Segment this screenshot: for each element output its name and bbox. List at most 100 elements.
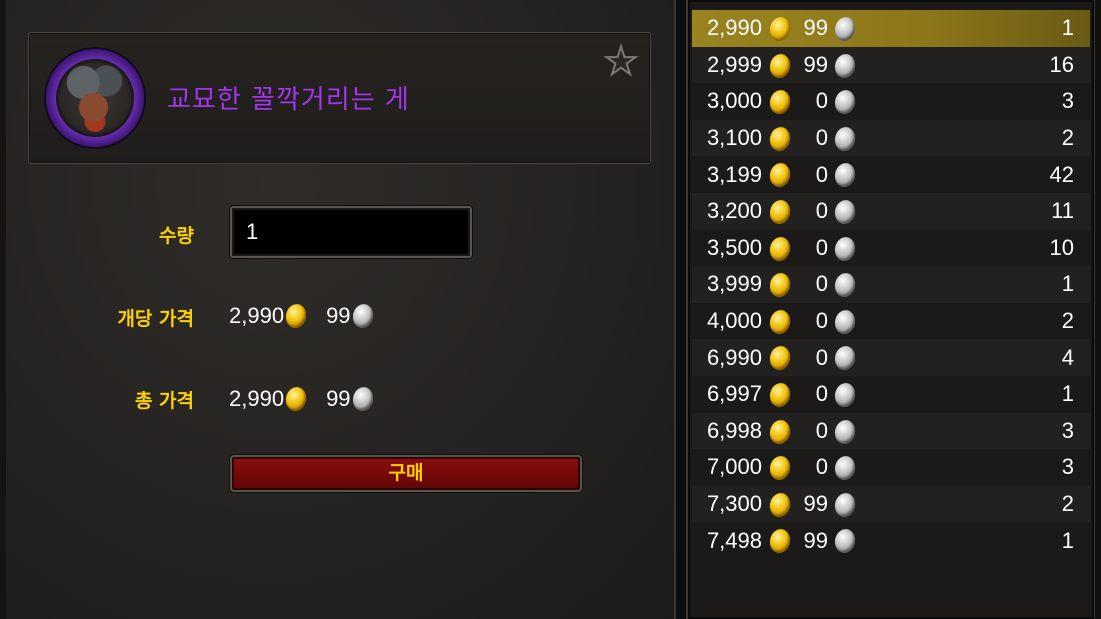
listing-quantity: 1 <box>1061 15 1074 41</box>
listing-quantity: 2 <box>1061 125 1074 151</box>
listing-row[interactable]: 7,000 0 3 <box>692 449 1090 486</box>
silver-coin-icon <box>832 271 858 299</box>
listing-row[interactable]: 7,300 99 2 <box>692 485 1090 523</box>
listing-row[interactable]: 2,999 99 16 <box>692 46 1090 84</box>
item-name[interactable]: 교묘한 꼴깍거리는 게 <box>167 79 410 116</box>
gold-coin-icon <box>767 490 793 519</box>
gold-coin-icon <box>767 124 793 153</box>
unit-price-silver: 99 <box>326 303 351 328</box>
listing-quantity: 1 <box>1061 271 1074 297</box>
unit-price-gold: 2,990 <box>229 303 285 328</box>
listing-quantity: 2 <box>1061 308 1074 334</box>
quantity-field[interactable] <box>230 206 472 258</box>
listing-row[interactable]: 2,990 99 1 <box>692 10 1090 47</box>
total-price-gold: 2,990 <box>229 386 285 411</box>
listing-quantity: 1 <box>1061 381 1074 407</box>
gold-coin-icon <box>767 198 793 226</box>
unit-price: 2,990 99 <box>229 302 375 330</box>
listing-quantity: 3 <box>1061 454 1074 480</box>
total-price-silver: 99 <box>326 386 351 411</box>
item-portrait[interactable] <box>46 49 144 147</box>
listing-row[interactable]: 3,500 0 10 <box>692 230 1090 267</box>
listing-quantity: 1 <box>1061 527 1074 553</box>
gold-coin-icon <box>767 88 793 117</box>
gold-coin-icon <box>767 161 793 190</box>
listing-quantity: 3 <box>1061 88 1074 114</box>
listing-row[interactable]: 4,000 0 2 <box>692 303 1090 340</box>
listing-row[interactable]: 7,498 99 1 <box>692 522 1090 559</box>
silver-coin-icon <box>832 124 858 153</box>
listing-row[interactable]: 3,999 0 1 <box>692 266 1090 303</box>
gold-coin-icon <box>767 417 793 446</box>
listing-gold: 7,300 <box>706 491 762 517</box>
listing-row[interactable]: 3,000 0 3 <box>692 83 1090 120</box>
silver-coin-icon <box>832 307 858 336</box>
favorite-star-icon[interactable]: ★ <box>601 40 641 82</box>
total-price: 2,990 99 <box>229 385 375 413</box>
silver-coin-icon <box>832 234 858 263</box>
silver-coin-icon <box>832 344 858 373</box>
listings-panel: 2,990 99 1 2,999 99 16 3,000 0 3 3,100 0 2 3,199 0 42 3… <box>686 0 1094 619</box>
listing-row[interactable]: 3,199 0 42 <box>692 156 1090 193</box>
gold-coin-icon <box>767 527 793 556</box>
listing-silver: 99 <box>803 491 828 517</box>
silver-coin-icon <box>832 88 858 117</box>
listing-silver: 0 <box>815 161 828 187</box>
listing-gold: 3,100 <box>706 125 762 151</box>
listing-gold: 3,000 <box>706 88 762 114</box>
listing-row[interactable]: 3,200 0 11 <box>692 192 1090 230</box>
silver-coin-icon <box>350 302 375 330</box>
listing-gold: 3,500 <box>706 234 762 260</box>
buy-button[interactable]: 구매 <box>230 455 582 492</box>
listing-silver: 0 <box>815 271 828 297</box>
listing-gold: 3,199 <box>706 161 762 187</box>
listing-silver: 99 <box>803 15 828 41</box>
listing-silver: 0 <box>815 308 828 334</box>
listing-gold: 7,498 <box>706 527 762 553</box>
silver-coin-icon <box>350 385 375 413</box>
listing-quantity: 4 <box>1061 344 1074 370</box>
listing-silver: 0 <box>815 344 828 370</box>
listing-quantity: 42 <box>1049 161 1074 187</box>
listing-gold: 3,999 <box>706 271 762 297</box>
silver-coin-icon <box>832 490 858 519</box>
gold-coin-icon <box>767 271 793 299</box>
scrollbar[interactable] <box>1094 0 1101 619</box>
listing-gold: 4,000 <box>706 308 762 334</box>
purchase-panel: 교묘한 꼴깍거리는 게 ★ 수량 개당 가격 2,990 99 총 가격 2,9… <box>0 0 680 619</box>
total-price-label: 총 가격 <box>134 390 194 412</box>
listing-gold: 3,200 <box>706 198 762 224</box>
listing-quantity: 11 <box>1051 198 1074 224</box>
listing-gold: 6,998 <box>706 417 762 443</box>
gold-coin-icon <box>283 385 309 413</box>
listing-silver: 0 <box>815 88 828 114</box>
listing-gold: 6,997 <box>706 381 762 407</box>
listing-silver: 0 <box>815 125 828 151</box>
quantity-input[interactable] <box>232 208 470 256</box>
gold-coin-icon <box>767 454 793 482</box>
listing-row[interactable]: 6,997 0 1 <box>692 376 1090 413</box>
listing-silver: 0 <box>815 454 828 480</box>
silver-coin-icon <box>832 198 858 226</box>
silver-coin-icon <box>832 381 858 409</box>
gold-coin-icon <box>767 51 793 80</box>
silver-coin-icon <box>832 161 858 190</box>
listing-row[interactable]: 6,998 0 3 <box>692 412 1090 450</box>
silver-coin-icon <box>832 417 858 446</box>
gold-coin-icon <box>767 234 793 263</box>
quantity-label: 수량 <box>159 225 194 247</box>
listing-row[interactable]: 6,990 0 4 <box>692 339 1090 376</box>
silver-coin-icon <box>832 527 858 556</box>
listing-silver: 99 <box>803 527 828 553</box>
listing-silver: 0 <box>815 234 828 260</box>
listing-silver: 99 <box>803 51 828 77</box>
gold-coin-icon <box>767 307 793 336</box>
silver-coin-icon <box>832 454 858 482</box>
gold-coin-icon <box>283 302 309 330</box>
listing-gold: 2,990 <box>706 15 762 41</box>
gold-coin-icon <box>767 15 793 43</box>
listings-list: 2,990 99 1 2,999 99 16 3,000 0 3 3,100 0 2 3,199 0 42 3… <box>692 10 1090 559</box>
listing-gold: 7,000 <box>706 454 762 480</box>
listing-quantity: 10 <box>1049 234 1074 260</box>
listing-row[interactable]: 3,100 0 2 <box>692 119 1090 157</box>
